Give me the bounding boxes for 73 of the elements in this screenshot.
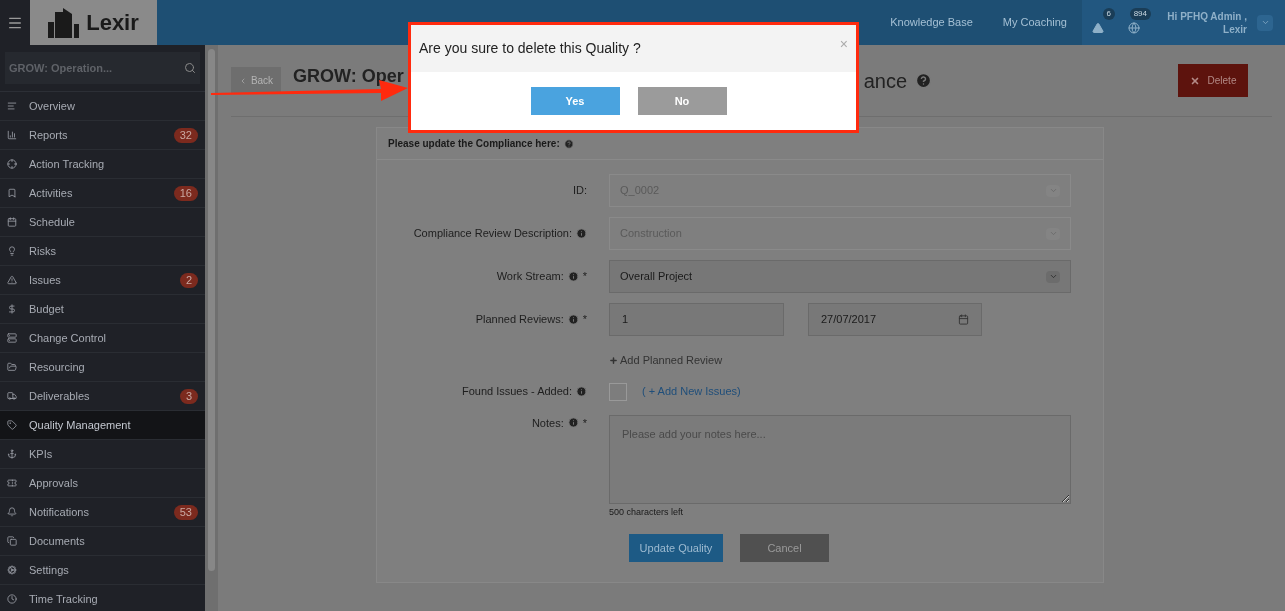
info-icon — [576, 386, 587, 397]
count-badge: 6 — [1102, 7, 1115, 20]
sidebar-item[interactable]: Issues 2 — [0, 266, 205, 295]
nav-link[interactable]: Knowledge Base — [875, 0, 988, 45]
delete-button[interactable]: Delete — [1178, 64, 1248, 97]
documents-icon — [7, 536, 17, 546]
user-org: Lexir — [1222, 22, 1247, 36]
count-badge: 894 — [1129, 7, 1151, 20]
menu-button[interactable] — [0, 0, 30, 45]
count-badge: 32 — [173, 127, 198, 143]
lightbulb-icon — [7, 246, 17, 256]
anchor-icon — [7, 449, 17, 459]
truck-icon — [7, 391, 17, 401]
field-label: Found Issues - Added: — [461, 384, 572, 400]
form-heading: Please update the Compliance here: — [388, 137, 560, 151]
page-title: GROW: Oper — [293, 65, 404, 86]
ticket-icon — [7, 478, 17, 488]
sidebar-item[interactable]: Quality Management — [0, 411, 205, 440]
count-badge: 2 — [179, 272, 198, 288]
caret-icon — [1048, 272, 1058, 281]
help-icon — [563, 138, 574, 149]
characters-left-text: 500 characters left — [609, 505, 685, 519]
nav-link[interactable]: My Coaching — [987, 0, 1082, 45]
scrollbar-thumb[interactable] — [208, 49, 215, 571]
page-title: ance — [863, 68, 908, 94]
sidebar-item[interactable]: Reports 32 — [0, 121, 205, 150]
required-mark: * — [582, 415, 587, 431]
help-icon — [915, 72, 933, 89]
field-label: Compliance Review Description: — [413, 226, 572, 242]
caret-icon — [1260, 18, 1270, 27]
info-icon — [576, 228, 587, 239]
count-badge: 53 — [173, 504, 198, 520]
bar-chart-icon — [7, 130, 17, 140]
select-field[interactable]: Overall Project — [609, 260, 1071, 293]
field-label: Notes: — [531, 415, 564, 431]
count-badge: 3 — [179, 388, 198, 404]
warning-icon — [7, 275, 17, 285]
date-field[interactable]: 27/07/2017 — [808, 303, 982, 336]
plus-icon — [609, 355, 618, 365]
search-icon — [184, 62, 196, 74]
globe-icon — [1128, 21, 1140, 34]
lines-icon — [7, 101, 17, 111]
folder-icon — [7, 362, 17, 372]
field-label: ID: — [572, 183, 587, 199]
count-badge: 16 — [173, 185, 198, 201]
calendar-icon — [7, 217, 17, 227]
dollar-icon — [7, 304, 17, 314]
field-label: Work Stream: — [496, 269, 564, 285]
user-greeting: Hi PFHQ Admin , — [1167, 9, 1247, 23]
info-icon — [567, 417, 579, 429]
sidebar-item[interactable]: Notifications 53 — [0, 498, 205, 527]
dialog-title: Are you sure to delete this Quality ? — [419, 39, 641, 58]
clock-icon — [7, 594, 17, 604]
required-mark: * — [582, 269, 587, 285]
gears-icon — [7, 565, 17, 575]
checkbox[interactable] — [609, 382, 627, 401]
field-label: Planned Reviews: — [475, 312, 564, 328]
number-field[interactable]: 1 — [609, 303, 784, 336]
tag-icon — [7, 420, 17, 430]
info-icon — [567, 271, 579, 282]
crosshair-icon — [7, 159, 17, 169]
required-mark: * — [582, 312, 587, 328]
info-icon — [567, 314, 579, 325]
close-icon — [1189, 75, 1200, 86]
bookmark-icon — [7, 188, 17, 198]
logo[interactable]: Lexir — [30, 0, 157, 45]
calendar-icon — [958, 314, 969, 325]
bell-icon — [7, 507, 17, 517]
sidebar-item[interactable]: Activities 16 — [0, 179, 205, 208]
list-icon — [7, 333, 17, 343]
user-menu-button[interactable] — [1257, 14, 1273, 31]
update-quality-button[interactable]: Update Quality — [629, 534, 723, 562]
warning-icon — [1092, 21, 1104, 34]
